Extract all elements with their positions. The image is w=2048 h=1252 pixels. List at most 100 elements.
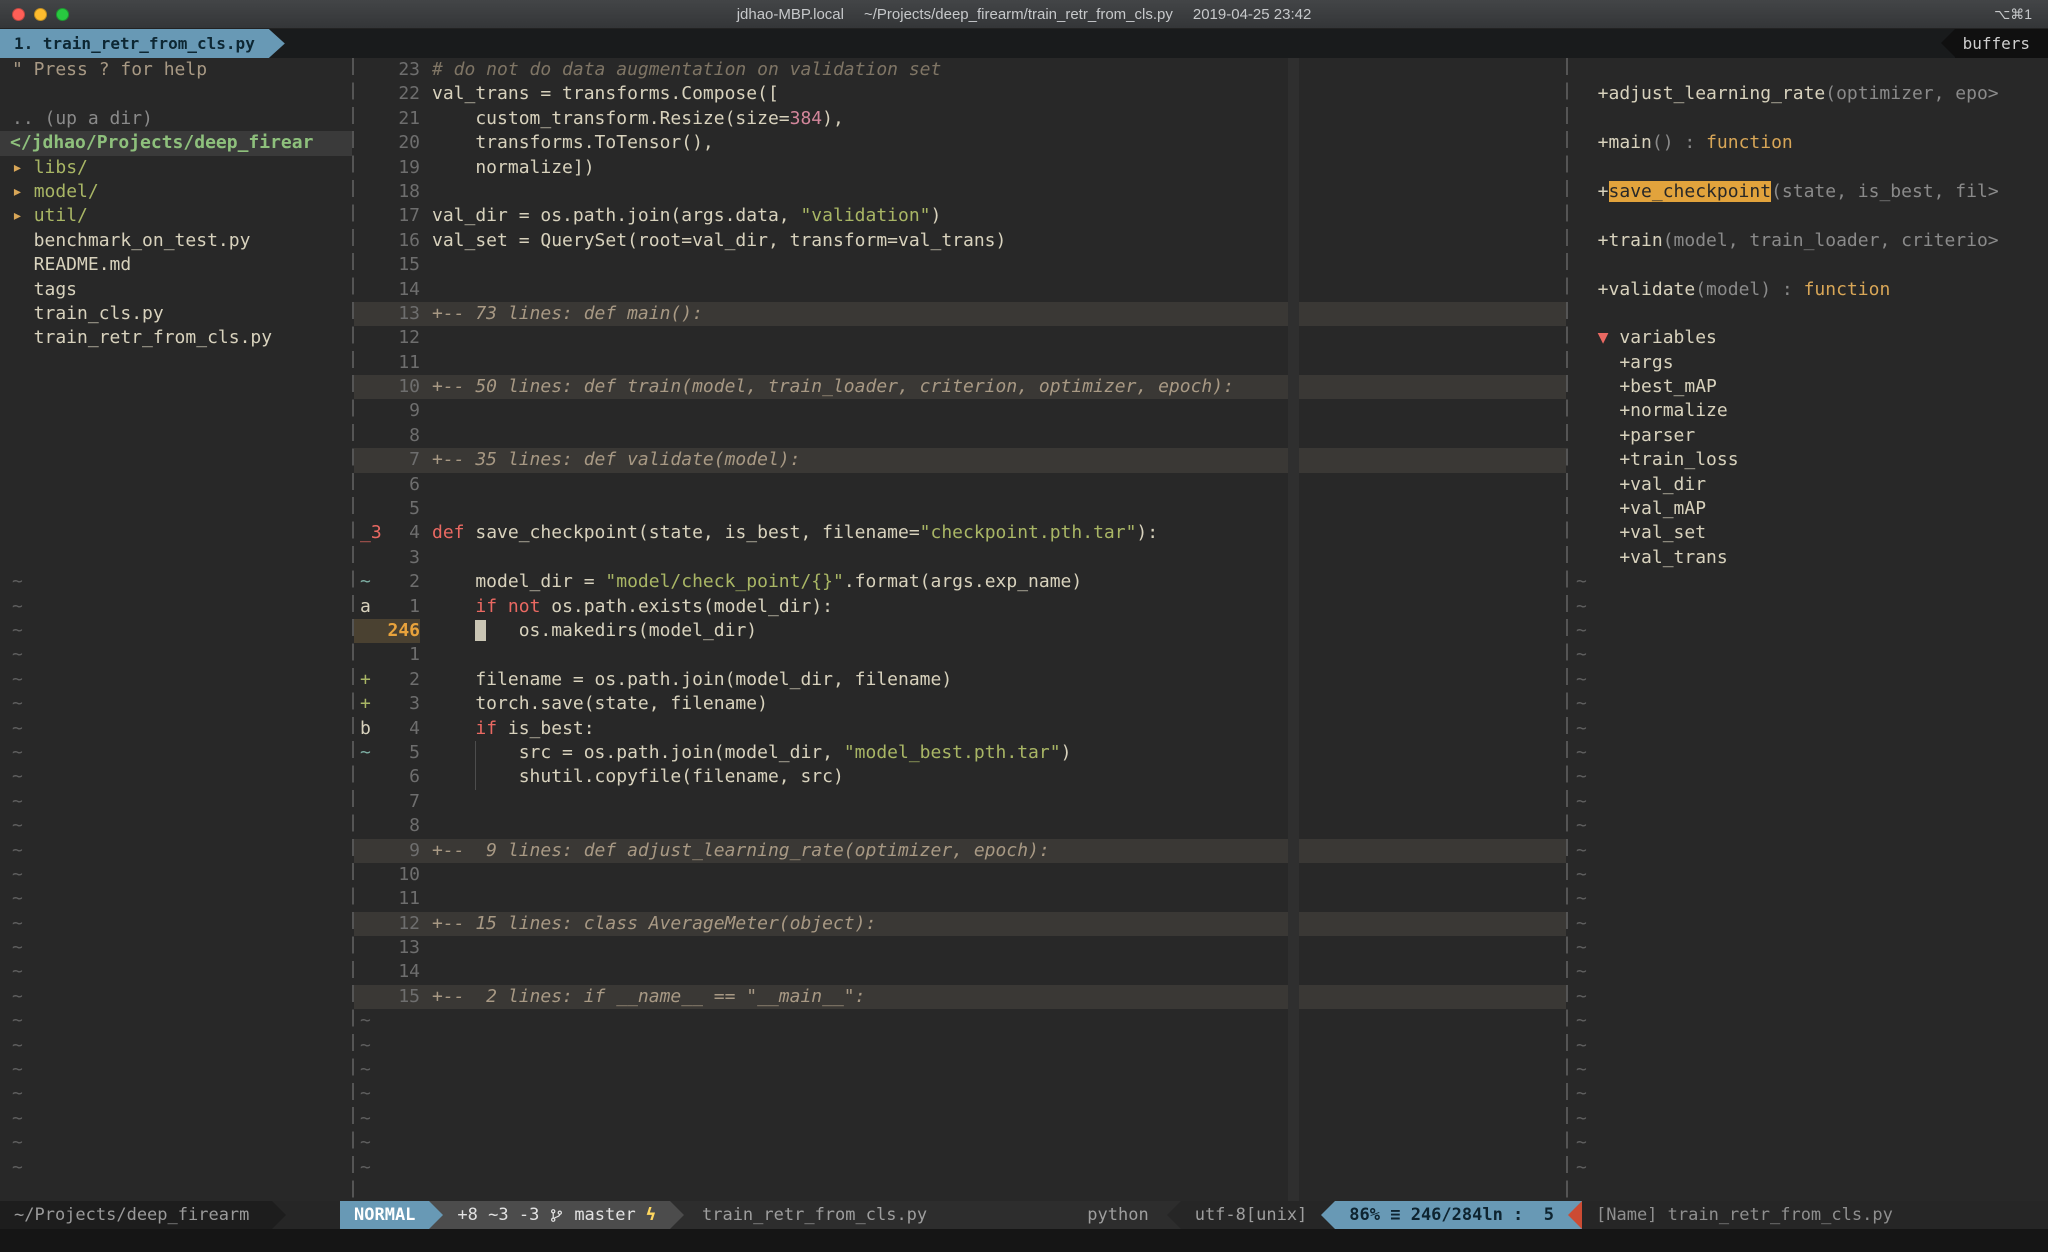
code-line[interactable]: 14 bbox=[354, 960, 1566, 984]
tree-blank-line bbox=[0, 473, 352, 497]
code-line[interactable]: _34def save_checkpoint(state, is_best, f… bbox=[354, 521, 1566, 545]
gutter-sign bbox=[354, 839, 380, 863]
code-line[interactable]: 10 bbox=[354, 863, 1566, 887]
code-line[interactable]: 17val_dir = os.path.join(args.data, "val… bbox=[354, 204, 1566, 228]
tag-signature: : bbox=[1771, 279, 1804, 300]
tag-item[interactable]: +train_loss bbox=[1576, 448, 2048, 472]
line-number: 20 bbox=[380, 131, 420, 155]
code-line[interactable]: 13 bbox=[354, 936, 1566, 960]
filetype-indicator: python bbox=[1087, 1201, 1148, 1229]
code-segment: 384 bbox=[790, 108, 823, 129]
code-line[interactable]: ~2 model_dir = "model/check_point/{}".fo… bbox=[354, 570, 1566, 594]
tag-name: +adjust_learning_rate bbox=[1576, 83, 1825, 104]
code-line[interactable]: 22val_trans = transforms.Compose([ bbox=[354, 82, 1566, 106]
folded-code-line[interactable]: 9+-- 9 lines: def adjust_learning_rate(o… bbox=[354, 839, 1566, 863]
code-line[interactable]: 246 os.makedirs(model_dir) bbox=[354, 619, 1566, 643]
code-segment: "validation" bbox=[800, 205, 930, 226]
code-line[interactable]: +3 torch.save(state, filename) bbox=[354, 692, 1566, 716]
tilde-marker: ~ bbox=[12, 961, 23, 982]
tilde-marker: ~ bbox=[1576, 669, 1587, 690]
code-segment: ), bbox=[822, 108, 844, 129]
code-line[interactable]: 8 bbox=[354, 814, 1566, 838]
tree-item[interactable]: README.md bbox=[0, 253, 352, 277]
code-line[interactable]: +2 filename = os.path.join(model_dir, fi… bbox=[354, 668, 1566, 692]
tree-item-label: train_retr_from_cls.py bbox=[12, 327, 272, 348]
tag-item[interactable]: +validate(model) : function bbox=[1576, 278, 2048, 302]
tag-kind-label: function bbox=[1804, 279, 1891, 300]
code-line[interactable]: 18 bbox=[354, 180, 1566, 204]
tag-item[interactable]: +best_mAP bbox=[1576, 375, 2048, 399]
tree-item[interactable]: </jdhao/Projects/deep_firear bbox=[0, 131, 352, 155]
tree-item[interactable]: " Press ? for help bbox=[0, 58, 352, 82]
tag-item[interactable]: +val_dir bbox=[1576, 473, 2048, 497]
tag-item[interactable]: +args bbox=[1576, 351, 2048, 375]
tree-tilde: ~ bbox=[0, 1156, 352, 1180]
code-line[interactable]: 6 bbox=[354, 473, 1566, 497]
code-line[interactable]: 6 shutil.copyfile(filename, src) bbox=[354, 765, 1566, 789]
tree-item[interactable]: train_retr_from_cls.py bbox=[0, 326, 352, 350]
code-line[interactable]: 16val_set = QuerySet(root=val_dir, trans… bbox=[354, 229, 1566, 253]
code-segment: save_checkpoint(state, is_best, filename… bbox=[465, 522, 920, 543]
tag-item[interactable]: ▼ variables bbox=[1576, 326, 2048, 350]
code-line[interactable]: 11 bbox=[354, 887, 1566, 911]
tree-item[interactable]: tags bbox=[0, 278, 352, 302]
folded-code-line[interactable]: 13+-- 73 lines: def main(): bbox=[354, 302, 1566, 326]
tag-item[interactable]: +val_set bbox=[1576, 521, 2048, 545]
code-line[interactable]: 8 bbox=[354, 424, 1566, 448]
tag-signature: (optimizer, epo> bbox=[1825, 83, 1998, 104]
code-line[interactable]: 15 bbox=[354, 253, 1566, 277]
code-line[interactable]: b4 if is_best: bbox=[354, 717, 1566, 741]
tag-name: +val_mAP bbox=[1576, 498, 1706, 519]
tree-item[interactable]: ▸ model/ bbox=[0, 180, 352, 204]
minimize-button[interactable] bbox=[34, 8, 47, 21]
line-number: 3 bbox=[380, 692, 420, 716]
tilde-marker: ~ bbox=[1576, 1059, 1587, 1080]
tree-item[interactable]: benchmark_on_test.py bbox=[0, 229, 352, 253]
tag-item[interactable]: +parser bbox=[1576, 424, 2048, 448]
tab-train-retr-from-cls[interactable]: 1. train_retr_from_cls.py bbox=[0, 29, 285, 58]
line-text: +-- 50 lines: def train(model, train_loa… bbox=[420, 375, 1566, 399]
tag-item[interactable]: +val_trans bbox=[1576, 546, 2048, 570]
tag-item[interactable]: +train(model, train_loader, criterio> bbox=[1576, 229, 2048, 253]
tag-item[interactable]: +normalize bbox=[1576, 399, 2048, 423]
code-line[interactable]: ~5 src = os.path.join(model_dir, "model_… bbox=[354, 741, 1566, 765]
editor-pane: 23# do not do data augmentation on valid… bbox=[354, 58, 1566, 1201]
tag-item[interactable]: +val_mAP bbox=[1576, 497, 2048, 521]
tree-item[interactable]: ▸ util/ bbox=[0, 204, 352, 228]
tree-item[interactable]: train_cls.py bbox=[0, 302, 352, 326]
powerline-arrow-icon bbox=[670, 1201, 684, 1229]
code-line[interactable]: 11 bbox=[354, 351, 1566, 375]
close-button[interactable] bbox=[12, 8, 25, 21]
code-segment: src = os.path.join(model_dir, bbox=[432, 742, 844, 763]
code-line[interactable]: 21 custom_transform.Resize(size=384), bbox=[354, 107, 1566, 131]
tag-item[interactable]: +save_checkpoint(state, is_best, fil> bbox=[1576, 180, 2048, 204]
tag-item[interactable]: +main() : function bbox=[1576, 131, 2048, 155]
line-number: 23 bbox=[380, 58, 420, 82]
zoom-button[interactable] bbox=[56, 8, 69, 21]
tagbar-tilde: ~ bbox=[1576, 912, 2048, 936]
code-line[interactable]: a1 if not os.path.exists(model_dir): bbox=[354, 595, 1566, 619]
tree-item[interactable]: .. (up a dir) bbox=[0, 107, 352, 131]
folded-code-line[interactable]: 12+-- 15 lines: class AverageMeter(objec… bbox=[354, 912, 1566, 936]
code-line[interactable]: 1 bbox=[354, 643, 1566, 667]
tagbar-tilde: ~ bbox=[1576, 863, 2048, 887]
code-line[interactable]: 19 normalize]) bbox=[354, 156, 1566, 180]
gutter-sign: _3 bbox=[354, 521, 380, 545]
code-line[interactable]: 12 bbox=[354, 326, 1566, 350]
tag-item[interactable]: +adjust_learning_rate(optimizer, epo> bbox=[1576, 82, 2048, 106]
code-line[interactable]: 14 bbox=[354, 278, 1566, 302]
code-segment: os.makedirs(model_dir) bbox=[486, 620, 757, 641]
command-line[interactable] bbox=[0, 1229, 2048, 1252]
code-line[interactable]: 23# do not do data augmentation on valid… bbox=[354, 58, 1566, 82]
folded-code-line[interactable]: 10+-- 50 lines: def train(model, train_l… bbox=[354, 375, 1566, 399]
code-line[interactable]: 9 bbox=[354, 399, 1566, 423]
tree-item[interactable]: ▸ libs/ bbox=[0, 156, 352, 180]
code-line[interactable]: 5 bbox=[354, 497, 1566, 521]
tree-tilde: ~ bbox=[0, 1082, 352, 1106]
folded-code-line[interactable]: 15+-- 2 lines: if __name__ == "__main__"… bbox=[354, 985, 1566, 1009]
folded-code-line[interactable]: 7+-- 35 lines: def validate(model): bbox=[354, 448, 1566, 472]
code-line[interactable]: 7 bbox=[354, 790, 1566, 814]
code-segment bbox=[497, 596, 508, 617]
code-line[interactable]: 20 transforms.ToTensor(), bbox=[354, 131, 1566, 155]
code-line[interactable]: 3 bbox=[354, 546, 1566, 570]
